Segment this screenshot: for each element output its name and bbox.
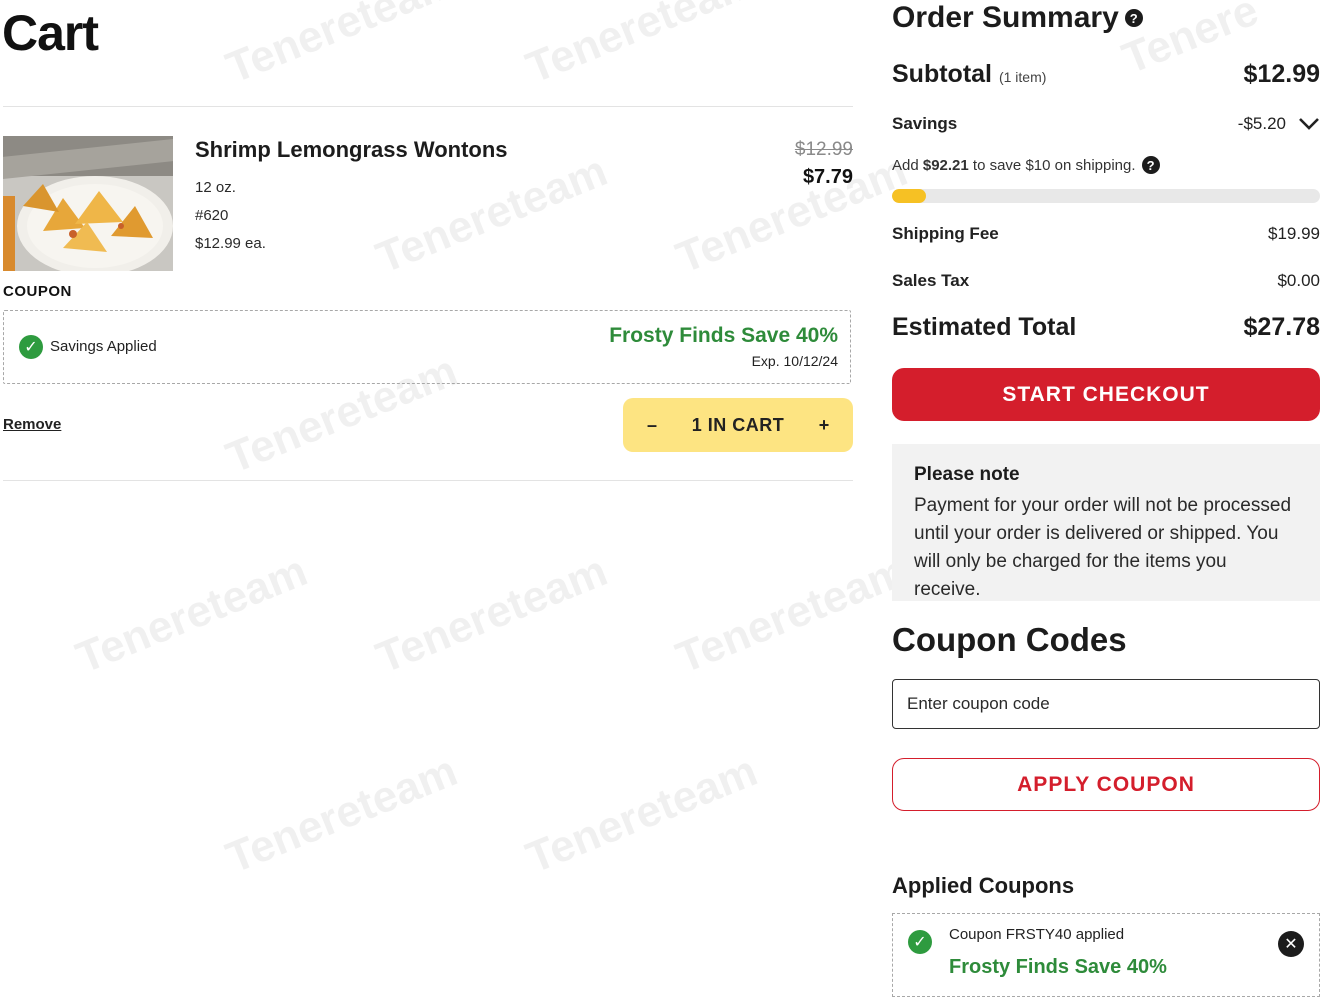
quantity-stepper: – 1 IN CART +	[623, 398, 853, 452]
watermark: Tenereteam	[519, 746, 764, 883]
shipping-note-prefix: Add	[892, 156, 923, 174]
shipping-note-suffix: to save $10 on shipping.	[968, 156, 1136, 174]
page-title: Cart	[2, 5, 99, 61]
applied-coupon-promo: Frosty Finds Save 40%	[949, 956, 1167, 978]
quantity-label: 1 IN CART	[691, 414, 785, 435]
apply-coupon-button[interactable]: APPLY COUPON	[892, 758, 1320, 811]
help-icon[interactable]: ?	[1141, 156, 1160, 174]
savings-row[interactable]: Savings -$5.20	[892, 114, 1320, 134]
divider	[3, 480, 853, 481]
applied-coupon-text: Coupon FRSTY40 applied	[949, 926, 1125, 943]
start-checkout-button[interactable]: START CHECKOUT	[892, 368, 1320, 421]
help-icon[interactable]: ?	[1124, 9, 1143, 27]
shipping-savings-note: Add $92.21 to save $10 on shipping. ?	[892, 156, 1320, 174]
subtotal-row: Subtotal (1 item) $12.99	[892, 60, 1320, 89]
subtotal-count: (1 item)	[998, 69, 1047, 85]
remove-item-link[interactable]: Remove	[3, 416, 61, 433]
savings-label: Savings	[892, 114, 958, 133]
shipping-progress-fill	[892, 189, 927, 203]
watermark: Tenereteam	[219, 746, 464, 883]
applied-coupons-title: Applied Coupons	[892, 873, 1075, 898]
watermark: Tenereteam	[69, 546, 314, 683]
product-image[interactable]	[3, 136, 173, 271]
shipping-note-amount: $92.21	[922, 156, 969, 174]
sales-tax-row: Sales Tax $0.00	[892, 271, 1320, 291]
sales-tax-label: Sales Tax	[892, 271, 970, 290]
watermark: Tenereteam	[369, 546, 614, 683]
watermark: Tenereteam	[519, 0, 764, 93]
item-coupon-box: ✓ Savings Applied Frosty Finds Save 40% …	[3, 310, 851, 384]
divider	[3, 106, 853, 107]
chevron-down-icon[interactable]	[1298, 117, 1320, 131]
order-summary-title: Order Summary ?	[892, 1, 1320, 35]
order-summary-heading: Order Summary	[892, 1, 1119, 34]
remove-coupon-icon[interactable]: ✕	[1278, 931, 1304, 957]
product-name[interactable]: Shrimp Lemongrass Wontons	[195, 137, 508, 163]
shipping-progress-bar	[892, 189, 1320, 203]
shipping-fee-row: Shipping Fee $19.99	[892, 224, 1320, 244]
total-row: Estimated Total $27.78	[892, 313, 1320, 342]
original-price: $12.99	[794, 139, 853, 160]
wonton-dish-image	[3, 136, 173, 271]
shipping-fee-value: $19.99	[1268, 224, 1320, 243]
decrease-quantity-button[interactable]: –	[645, 415, 659, 436]
note-title: Please note	[914, 464, 1020, 485]
check-circle-icon: ✓	[908, 930, 932, 954]
applied-coupon-box: ✓ Coupon FRSTY40 applied Frosty Finds Sa…	[892, 913, 1320, 997]
sales-tax-value: $0.00	[1277, 271, 1320, 290]
coupon-label: COUPON	[3, 283, 72, 300]
product-unit-price: $12.99 ea.	[195, 235, 266, 252]
savings-applied-text: Savings Applied	[50, 338, 157, 355]
note-body: Payment for your order will not be proce…	[914, 495, 1292, 600]
promo-name: Frosty Finds Save 40%	[609, 324, 838, 347]
savings-value: -$5.20	[1237, 114, 1286, 133]
sale-price: $7.79	[802, 166, 853, 188]
coupon-code-input[interactable]	[892, 679, 1320, 729]
watermark: Tenereteam	[219, 0, 464, 93]
shipping-fee-label: Shipping Fee	[892, 224, 999, 243]
payment-note: Please note Payment for your order will …	[892, 444, 1320, 601]
watermark: Tenereteam	[669, 146, 914, 283]
promo-expiry: Exp. 10/12/24	[751, 353, 838, 369]
product-sku: #620	[195, 207, 229, 224]
increase-quantity-button[interactable]: +	[817, 415, 831, 436]
product-size: 12 oz.	[195, 179, 236, 196]
subtotal-label: Subtotal	[892, 60, 992, 88]
subtotal-value: $12.99	[1243, 60, 1320, 88]
coupon-codes-title: Coupon Codes	[892, 621, 1127, 658]
total-value: $27.78	[1243, 313, 1320, 341]
total-label: Estimated Total	[892, 313, 1077, 341]
check-circle-icon: ✓	[19, 335, 43, 359]
watermark: Tenereteam	[669, 546, 914, 683]
watermark: Tenereteam	[369, 146, 614, 283]
